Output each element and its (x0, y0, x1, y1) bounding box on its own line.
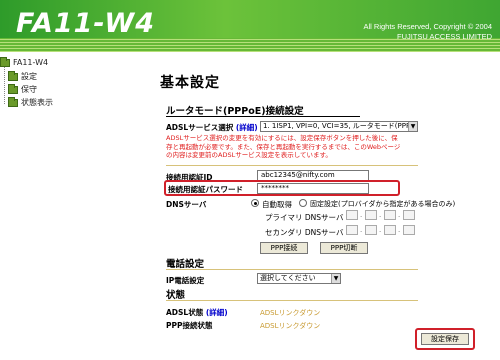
dns-auto-radio[interactable] (251, 199, 259, 207)
dns-label: DNSサーバ (166, 200, 207, 209)
save-button[interactable]: 設定保存 (421, 333, 469, 345)
copyright-line2: FUJITSU ACCESS LIMITED (396, 32, 492, 41)
ppp-connect-button[interactable]: PPP接続 (260, 242, 308, 254)
ip-dot: . (398, 226, 401, 234)
copyright: All Rights Reserved, Copyright © 2004 FU… (363, 22, 492, 42)
divider (166, 269, 418, 270)
sidebar-tree: FA11-W4 設定 保守 状態表示 (0, 52, 118, 360)
folder-icon (8, 96, 18, 107)
dns-fixed-radio[interactable] (299, 199, 307, 207)
tree-root[interactable]: FA11-W4 (0, 56, 49, 67)
sidebar-item-label: 設定 (21, 72, 37, 81)
adsl-status-label: ADSL状態 (詳細) (166, 308, 228, 317)
ip-phone-select[interactable]: 選択してください ▼ (257, 273, 341, 284)
copyright-line1: All Rights Reserved, Copyright © 2004 (363, 22, 492, 31)
ip-dot: . (360, 226, 363, 234)
primary-dns-octet-1[interactable] (346, 210, 358, 220)
secondary-dns-octet-2[interactable] (365, 225, 377, 235)
adsl-status-value: ADSLリンクダウン (260, 309, 321, 317)
divider (166, 165, 418, 166)
adsl-select-label: ADSLサービス選択 (詳細) (166, 123, 258, 132)
dns-auto-label: 自動取得 (262, 200, 292, 209)
ppp-status-value: ADSLリンクダウン (260, 322, 321, 330)
divider (166, 300, 418, 301)
sidebar-item-label: 状態表示 (21, 98, 53, 107)
chevron-down-icon: ▼ (408, 122, 417, 131)
main-content: 基本設定 ルータモード(PPPoE)接続設定 ADSLサービス選択 (詳細) 1… (118, 52, 500, 360)
ip-dot: . (379, 226, 382, 234)
sidebar-item-status[interactable]: 状態表示 (8, 96, 53, 108)
primary-dns-octet-3[interactable] (384, 210, 396, 220)
primary-dns-octet-2[interactable] (365, 210, 377, 220)
page-title: 基本設定 (160, 75, 220, 91)
primary-dns-label: プライマリ DNSサーバ (265, 213, 344, 222)
auth-pw-field[interactable]: ******** (257, 183, 369, 194)
sidebar-item-label: 保守 (21, 85, 37, 94)
ip-dot: . (379, 211, 382, 219)
status-section-title: 状態 (166, 290, 186, 301)
ip-dot: . (360, 211, 363, 219)
folder-icon (0, 56, 10, 67)
header-banner: FA11-W4 All Rights Reserved, Copyright ©… (0, 0, 500, 52)
section-underline (166, 116, 360, 117)
auth-pw-label: 接続用認証パスワード (168, 185, 243, 194)
primary-dns-octet-4[interactable] (403, 210, 415, 220)
ppp-status-label: PPP接続状態 (166, 321, 213, 330)
tree-line (4, 64, 5, 104)
chevron-down-icon: ▼ (331, 274, 340, 283)
secondary-dns-octet-4[interactable] (403, 225, 415, 235)
dns-fixed-label: 固定設定(プロバイダから指定がある場合のみ) (310, 200, 456, 208)
product-logo: FA11-W4 (16, 8, 155, 39)
detail-link[interactable]: (詳細) (236, 123, 258, 132)
ip-dot: . (398, 211, 401, 219)
warning-text: ADSLサービス選択の変更を有効にするには、設定保存ボタンを押した後に、保存と再… (166, 134, 401, 159)
router-section-title: ルータモード(PPPoE)接続設定 (166, 106, 304, 117)
ppp-disconnect-button[interactable]: PPP切断 (320, 242, 368, 254)
secondary-dns-octet-3[interactable] (384, 225, 396, 235)
folder-icon (8, 83, 18, 94)
tree-root-label: FA11-W4 (13, 58, 49, 67)
sidebar-item-settings[interactable]: 設定 (8, 70, 37, 82)
folder-icon (8, 70, 18, 81)
secondary-dns-label: セカンダリ DNSサーバ (265, 228, 344, 237)
adsl-service-select[interactable]: 1. 1ISP1, VPI=0, VCI=35, ルータモード(PPPoE)接続… (260, 121, 418, 132)
phone-section-title: 電話設定 (166, 259, 205, 270)
ip-phone-label: IP電話設定 (166, 276, 205, 285)
adsl-status-detail-link[interactable]: (詳細) (206, 308, 228, 317)
secondary-dns-octet-1[interactable] (346, 225, 358, 235)
sidebar-item-maintenance[interactable]: 保守 (8, 83, 37, 95)
